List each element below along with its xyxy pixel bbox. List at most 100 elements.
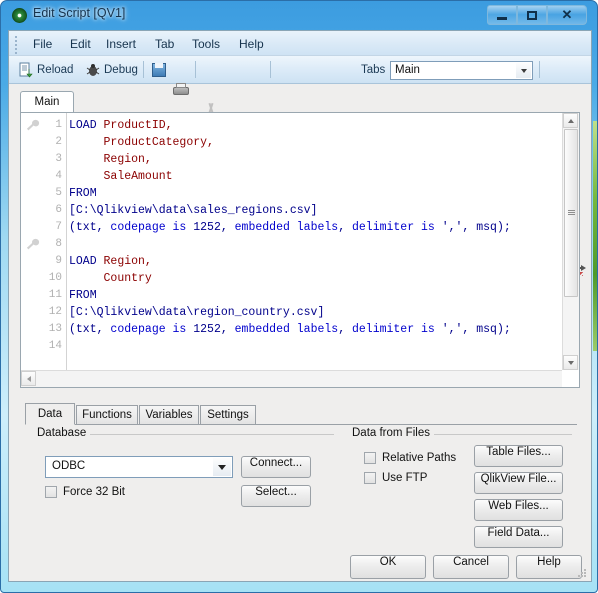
code-line[interactable]: ProductCategory,	[69, 134, 561, 151]
code-token: codepage is	[110, 221, 187, 234]
close-button[interactable]: ✕	[547, 5, 587, 25]
tab-settings[interactable]: Settings	[200, 405, 256, 425]
wrench-icon	[26, 119, 40, 131]
tabs-combobox[interactable]: Main	[390, 61, 533, 80]
code-token: ',', msq);	[434, 323, 511, 336]
code-line[interactable]	[69, 236, 561, 253]
force-32bit-checkbox-row[interactable]: Force 32 Bit	[45, 486, 125, 498]
database-source-combobox[interactable]: ODBC	[45, 456, 233, 478]
code-line[interactable]	[69, 338, 561, 355]
code-token: delimiter is	[352, 323, 435, 336]
maximize-button[interactable]	[517, 5, 547, 25]
code-token: [C:\Qlikview\data\sales_regions.csv]	[69, 204, 318, 217]
code-line[interactable]: (txt, codepage is 1252, embedded labels,…	[69, 321, 561, 338]
menu-item-tab[interactable]: Tab	[149, 35, 180, 53]
resize-grip[interactable]	[576, 567, 588, 579]
select-button[interactable]: Select...	[241, 485, 311, 507]
chevron-down-icon[interactable]	[516, 63, 531, 78]
code-line[interactable]: LOAD Region,	[69, 253, 561, 270]
menu-item-tools[interactable]: Tools	[186, 35, 226, 53]
menu-item-insert[interactable]: Insert	[100, 35, 142, 53]
save-icon[interactable]	[149, 60, 169, 80]
code-line[interactable]: [C:\Qlikview\data\sales_regions.csv]	[69, 202, 561, 219]
menu-grip-handle[interactable]	[15, 36, 18, 54]
debug-button[interactable]: Debug	[82, 59, 141, 81]
code-token: FROM	[69, 289, 97, 302]
code-line[interactable]: FROM	[69, 185, 561, 202]
caret-down-icon	[567, 360, 574, 365]
files-group-title: Data from Files	[348, 427, 434, 439]
editor-line-numbers: 1 2 3 4 5 6 7 8 9 10 11 12 13 14	[43, 113, 67, 387]
line-number: 9	[55, 255, 62, 267]
code-token: codepage is	[110, 323, 187, 336]
toolbar-separator-4	[539, 61, 540, 78]
cancel-button[interactable]: Cancel	[433, 555, 509, 579]
use-ftp-checkbox[interactable]	[364, 472, 376, 484]
line-number: 11	[48, 289, 62, 301]
script-editor[interactable]: 1 2 3 4 5 6 7 8 9 10 11 12 13 14 LOAD ProductID, Prod…	[20, 112, 580, 388]
editor-vertical-scrollbar[interactable]	[562, 113, 579, 370]
code-line[interactable]: [C:\Qlikview\data\region_country.csv]	[69, 304, 561, 321]
chevron-down-icon[interactable]	[213, 458, 231, 476]
code-token: ,	[338, 221, 352, 234]
field-data-button[interactable]: Field Data...	[474, 526, 563, 548]
vertical-scroll-thumb[interactable]	[564, 129, 578, 297]
code-line[interactable]: Country	[69, 270, 561, 287]
code-line[interactable]: LOAD ProductID,	[69, 117, 561, 134]
code-token: (txt,	[69, 323, 111, 336]
web-files-button[interactable]: Web Files...	[474, 499, 563, 521]
connect-button[interactable]: Connect...	[241, 456, 311, 478]
line-number: 10	[48, 272, 62, 284]
edit-script-window: Edit Script [QV1] ✕ File Edit Insert Tab…	[0, 0, 598, 593]
tab-variables[interactable]: Variables	[139, 405, 199, 425]
code-line[interactable]: SaleAmount	[69, 168, 561, 185]
editor-code-content[interactable]: LOAD ProductID, ProductCategory, Region,…	[69, 117, 561, 369]
database-group-title: Database	[33, 427, 91, 439]
help-button[interactable]: Help	[516, 555, 582, 579]
scroll-down-button[interactable]	[563, 355, 578, 370]
menu-item-edit[interactable]: Edit	[64, 35, 97, 53]
reload-button[interactable]: Reload	[15, 59, 76, 81]
script-tab-strip: Main	[20, 91, 580, 113]
scroll-left-button[interactable]	[21, 371, 36, 386]
code-token: Region,	[103, 255, 152, 268]
tab-functions[interactable]: Functions	[76, 405, 138, 425]
toolbar-separator-3	[270, 61, 271, 78]
editor-horizontal-scrollbar[interactable]	[21, 370, 562, 387]
use-ftp-checkbox-row[interactable]: Use FTP	[364, 472, 427, 484]
script-tab-main[interactable]: Main	[20, 91, 74, 113]
minimize-icon	[497, 16, 507, 20]
table-files-button[interactable]: Table Files...	[474, 445, 563, 467]
background-app-sliver	[593, 121, 597, 351]
menu-item-help[interactable]: Help	[233, 35, 270, 53]
relative-paths-checkbox[interactable]	[364, 452, 376, 464]
scroll-up-button[interactable]	[563, 113, 578, 128]
editor-bookmark-gutter	[21, 113, 43, 387]
menu-item-file[interactable]: File	[27, 35, 58, 53]
force-32bit-checkbox[interactable]	[45, 486, 57, 498]
code-token: ProductID,	[103, 119, 173, 132]
tab-data[interactable]: Data	[25, 403, 75, 425]
use-ftp-label: Use FTP	[382, 472, 428, 484]
code-token: Region,	[103, 153, 152, 166]
window-title: Edit Script [QV1]	[33, 6, 126, 20]
code-line[interactable]: Region,	[69, 151, 561, 168]
menu-bar: File Edit Insert Tab Tools Help	[9, 31, 591, 56]
database-source-value: ODBC	[52, 460, 86, 472]
code-token: 1252,	[186, 323, 235, 336]
code-line[interactable]: (txt, codepage is 1252, embedded labels,…	[69, 219, 561, 236]
caret-left-icon	[26, 375, 31, 382]
qlikview-file-button[interactable]: QlikView File...	[474, 472, 563, 494]
maximize-icon	[527, 10, 537, 20]
code-token: ProductCategory,	[103, 136, 214, 149]
code-line[interactable]: FROM	[69, 287, 561, 304]
minimize-button[interactable]	[487, 5, 517, 25]
relative-paths-checkbox-row[interactable]: Relative Paths	[364, 452, 456, 464]
toolbar: Reload Debug Tabs Main	[9, 56, 591, 276]
toolbar-separator-2	[195, 61, 196, 78]
line-number: 1	[55, 119, 62, 131]
ok-button[interactable]: OK	[350, 555, 426, 579]
